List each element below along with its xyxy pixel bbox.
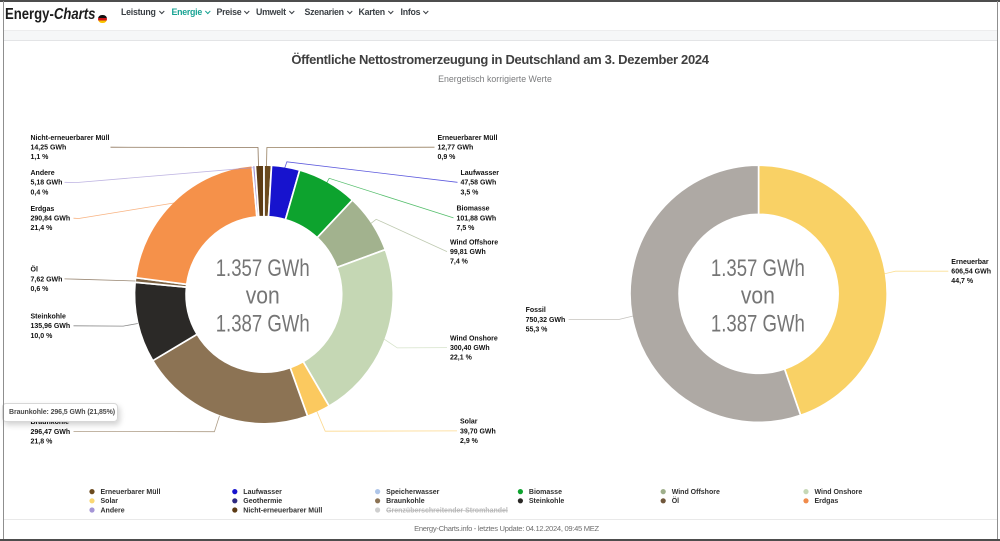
svg-text:Öl: Öl	[672, 496, 679, 505]
svg-text:Fossil: Fossil	[526, 307, 546, 314]
svg-text:Erneuerbarer Müll: Erneuerbarer Müll	[101, 489, 161, 496]
svg-text:von: von	[741, 283, 775, 310]
svg-text:39,70 GWh: 39,70 GWh	[460, 428, 496, 435]
svg-text:300,40 GWh: 300,40 GWh	[450, 345, 490, 352]
svg-text:10,0 %: 10,0 %	[31, 333, 54, 340]
svg-text:Solar: Solar	[460, 419, 478, 426]
svg-text:Erneuerbar: Erneuerbar	[951, 259, 989, 266]
svg-text:Speicherwasser: Speicherwasser	[386, 489, 440, 496]
svg-text:Erneuerbarer Müll: Erneuerbarer Müll	[438, 135, 498, 142]
svg-text:Wind Offshore: Wind Offshore	[672, 489, 720, 496]
svg-text:Nicht-erneuerbarer Müll: Nicht-erneuerbarer Müll	[31, 135, 110, 142]
svg-text:Andere: Andere	[101, 507, 125, 514]
svg-text:44,7 %: 44,7 %	[951, 278, 974, 285]
svg-text:2,9 %: 2,9 %	[460, 438, 479, 445]
svg-text:21,4 %: 21,4 %	[31, 225, 54, 232]
svg-text:7,4 %: 7,4 %	[450, 259, 469, 266]
svg-text:55,3 %: 55,3 %	[526, 326, 549, 333]
svg-text:21,8 %: 21,8 %	[31, 438, 54, 445]
svg-text:Erdgas: Erdgas	[815, 498, 839, 505]
svg-text:14,25 GWh: 14,25 GWh	[31, 145, 67, 152]
svg-text:1.387 GWh: 1.387 GWh	[216, 311, 310, 338]
svg-text:296,47 GWh: 296,47 GWh	[31, 429, 71, 436]
svg-text:750,32 GWh: 750,32 GWh	[526, 317, 566, 324]
svg-text:3,5 %: 3,5 %	[461, 189, 480, 196]
svg-text:Öl: Öl	[31, 265, 38, 274]
svg-text:99,81 GWh: 99,81 GWh	[450, 249, 486, 256]
svg-text:Biomasse: Biomasse	[457, 206, 490, 213]
svg-text:Biomasse: Biomasse	[529, 489, 562, 496]
svg-text:Wind Onshore: Wind Onshore	[815, 489, 863, 496]
svg-text:Geothermie: Geothermie	[243, 498, 282, 505]
svg-text:7,62 GWh: 7,62 GWh	[31, 276, 63, 283]
svg-text:135,96 GWh: 135,96 GWh	[31, 323, 71, 330]
svg-text:Erdgas: Erdgas	[31, 206, 55, 213]
svg-text:101,88 GWh: 101,88 GWh	[457, 215, 497, 222]
svg-text:47,58 GWh: 47,58 GWh	[461, 180, 497, 187]
svg-text:7,5 %: 7,5 %	[457, 225, 476, 232]
svg-text:Nicht-erneuerbarer Müll: Nicht-erneuerbarer Müll	[243, 507, 322, 514]
svg-text:0,4 %: 0,4 %	[31, 189, 50, 196]
svg-text:Laufwasser: Laufwasser	[461, 170, 500, 177]
svg-text:Steinkohle: Steinkohle	[31, 314, 67, 321]
svg-text:Braunkohle: Braunkohle	[386, 498, 425, 505]
svg-text:Grenzüberschreitender Stromhan: Grenzüberschreitender Stromhandel	[386, 507, 508, 514]
svg-text:Wind Onshore: Wind Onshore	[450, 335, 498, 342]
svg-text:Wind Offshore: Wind Offshore	[450, 239, 498, 246]
svg-text:0,6 %: 0,6 %	[31, 286, 50, 293]
svg-text:1.357 GWh: 1.357 GWh	[216, 255, 310, 282]
svg-text:Solar: Solar	[101, 498, 119, 505]
svg-text:Laufwasser: Laufwasser	[243, 489, 282, 496]
svg-text:1.357 GWh: 1.357 GWh	[711, 255, 805, 282]
svg-text:12,77 GWh: 12,77 GWh	[438, 145, 474, 152]
svg-text:290,84 GWh: 290,84 GWh	[31, 216, 71, 223]
svg-text:1.387 GWh: 1.387 GWh	[711, 311, 805, 338]
svg-text:606,54 GWh: 606,54 GWh	[951, 269, 991, 276]
svg-text:1,1 %: 1,1 %	[31, 154, 50, 161]
svg-text:22,1 %: 22,1 %	[450, 355, 473, 362]
svg-text:0,9 %: 0,9 %	[438, 154, 457, 161]
svg-text:von: von	[246, 283, 280, 310]
svg-text:5,18 GWh: 5,18 GWh	[31, 180, 63, 187]
svg-text:Steinkohle: Steinkohle	[529, 498, 565, 505]
svg-text:Andere: Andere	[31, 170, 55, 177]
